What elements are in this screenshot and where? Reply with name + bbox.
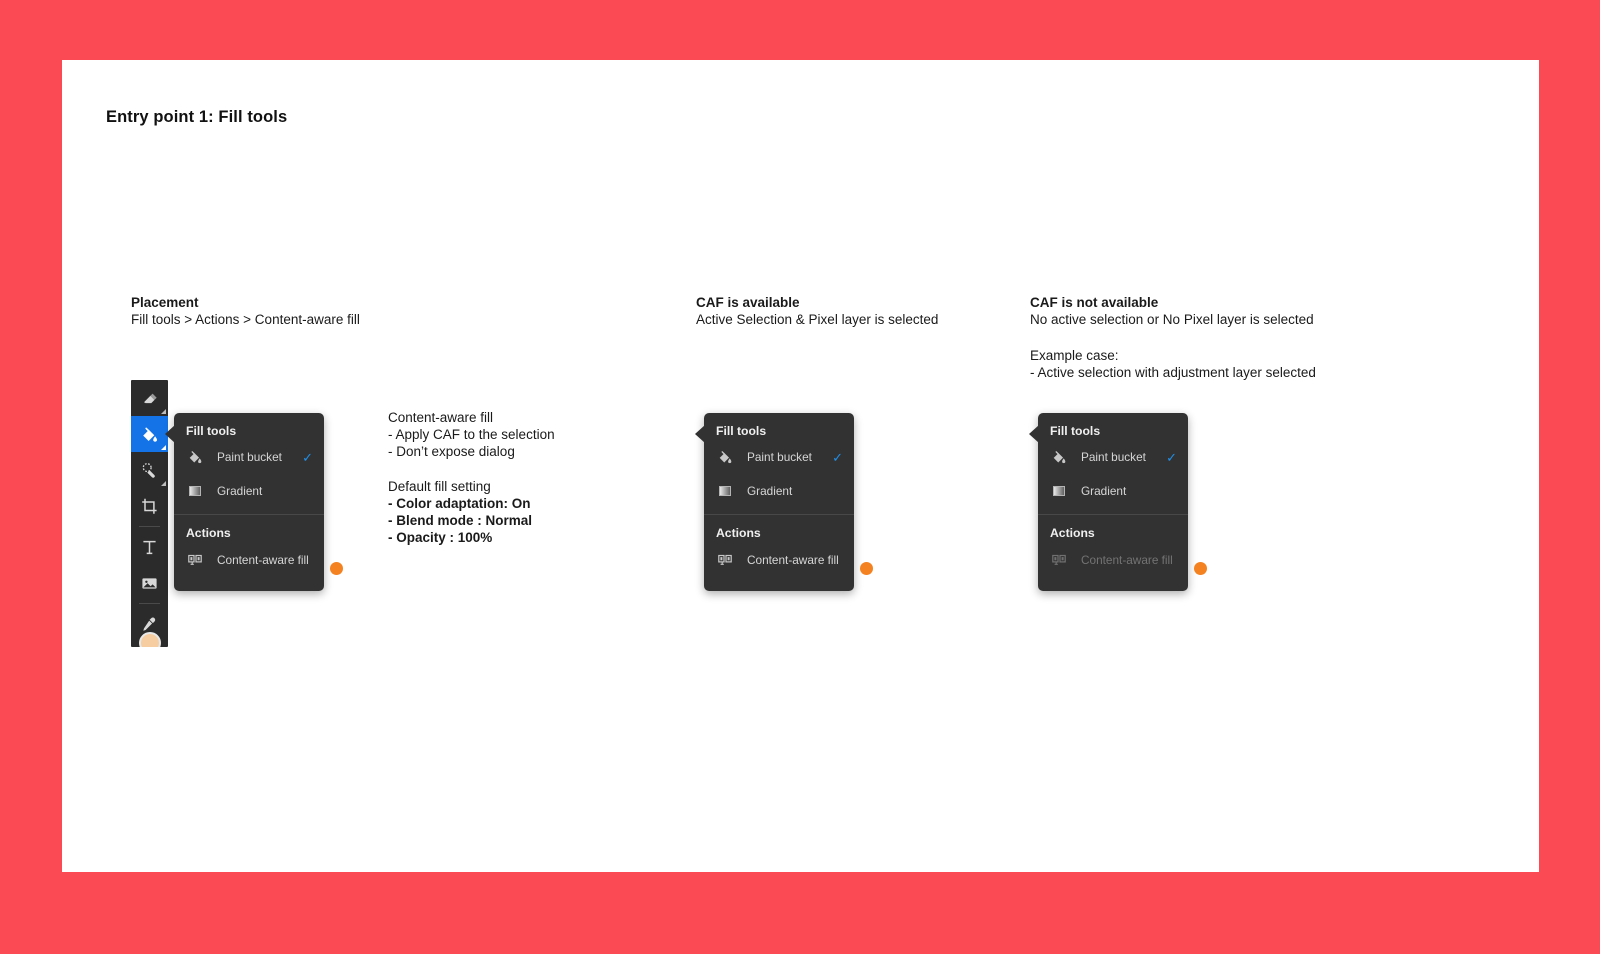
example-case-value: - Active selection with adjustment layer… xyxy=(1030,365,1316,380)
annotation-placement: Placement Fill tools > Actions > Content… xyxy=(131,294,360,328)
menu-section-fill-tools: Fill tools xyxy=(186,424,237,438)
description-bullet-1: - Apply CAF to the selection xyxy=(388,426,555,442)
menu-bottom-pad xyxy=(174,577,324,591)
gradient-icon xyxy=(186,482,204,500)
menu-item-paint-bucket[interactable]: Paint bucket ✓ xyxy=(174,440,324,474)
annotation-caf-available: CAF is available Active Selection & Pixe… xyxy=(696,294,938,328)
spot-healing-brush-icon xyxy=(140,461,159,480)
annotation-caf-not-available: CAF is not available No active selection… xyxy=(1030,294,1316,381)
marker-dot xyxy=(860,562,873,575)
placement-path: Fill tools > Actions > Content-aware fil… xyxy=(131,312,360,327)
menu-item-label: Gradient xyxy=(217,484,263,499)
menu-item-label: Content-aware fill xyxy=(747,552,839,567)
text-icon xyxy=(140,538,159,557)
menu-item-content-aware-fill[interactable]: Content-aware fill xyxy=(174,543,324,577)
menu-item-paint-bucket[interactable]: Paint bucket ✓ xyxy=(1038,440,1188,474)
menu-item-label: Paint bucket xyxy=(1081,450,1146,465)
menu-item-label: Content-aware fill xyxy=(1081,552,1173,567)
type-tool[interactable] xyxy=(131,529,168,565)
content-aware-fill-icon xyxy=(1050,551,1068,569)
eraser-icon xyxy=(140,389,159,408)
page-title: Entry point 1: Fill tools xyxy=(106,108,288,126)
image-tool[interactable] xyxy=(131,565,168,601)
menu-bottom-pad xyxy=(1038,577,1188,591)
description-title: Content-aware fill xyxy=(388,410,494,425)
menu-bottom-pad xyxy=(704,577,854,591)
caf-not-available-condition: No active selection or No Pixel layer is… xyxy=(1030,312,1314,327)
crop-icon xyxy=(140,497,159,516)
flyout-corner-icon xyxy=(161,409,166,414)
gradient-icon xyxy=(716,482,734,500)
menu-item-label: Paint bucket xyxy=(747,450,812,465)
content-aware-fill-icon xyxy=(186,551,204,569)
menu-section-fill-tools: Fill tools xyxy=(1050,424,1101,438)
description-spacer xyxy=(388,461,555,479)
toolbar-divider xyxy=(139,526,160,527)
menu-item-label: Gradient xyxy=(1081,484,1127,499)
menu-item-gradient[interactable]: Gradient xyxy=(174,474,324,508)
caf-available-heading: CAF is available xyxy=(696,295,800,310)
presentation-card: Entry point 1: Fill tools Placement Fill… xyxy=(62,60,1539,872)
paint-bucket-tool[interactable] xyxy=(131,416,168,452)
toolbar-divider xyxy=(139,603,160,604)
spot-healing-brush-tool[interactable] xyxy=(131,452,168,488)
menu-item-paint-bucket[interactable]: Paint bucket ✓ xyxy=(704,440,854,474)
marker-dot xyxy=(330,562,343,575)
eyedropper-icon xyxy=(140,615,159,634)
setting-opacity: - Opacity : 100% xyxy=(388,529,493,545)
menu-section-actions: Actions xyxy=(1050,526,1095,541)
foreground-color-swatch[interactable] xyxy=(139,632,161,647)
crop-tool[interactable] xyxy=(131,488,168,524)
image-icon xyxy=(140,574,159,593)
eraser-tool[interactable] xyxy=(131,380,168,416)
menu-item-label: Paint bucket xyxy=(217,450,282,465)
flyout-corner-icon xyxy=(161,445,166,450)
paint-bucket-icon xyxy=(716,448,734,466)
fill-tools-flyout-menu[interactable]: Fill tools Paint bucket ✓ Gradient Actio… xyxy=(1029,413,1188,591)
menu-section-fill-tools: Fill tools xyxy=(716,424,767,438)
caf-available-condition: Active Selection & Pixel layer is select… xyxy=(696,312,939,327)
menu-item-gradient[interactable]: Gradient xyxy=(1038,474,1188,508)
menu-item-label: Gradient xyxy=(747,484,793,499)
flyout-corner-icon xyxy=(161,481,166,486)
description-block: Content-aware fill - Apply CAF to the se… xyxy=(388,410,555,547)
paint-bucket-icon xyxy=(1050,448,1068,466)
paint-bucket-icon xyxy=(140,425,159,444)
menu-section-actions: Actions xyxy=(716,526,761,541)
description-bullet-2: - Don’t expose dialog xyxy=(388,443,515,459)
tools-panel[interactable] xyxy=(131,380,168,647)
menu-item-gradient[interactable]: Gradient xyxy=(704,474,854,508)
gradient-icon xyxy=(1050,482,1068,500)
fill-tools-flyout-menu[interactable]: Fill tools Paint bucket ✓ Gradient Actio… xyxy=(165,413,324,591)
content-aware-fill-icon xyxy=(716,551,734,569)
menu-item-content-aware-fill[interactable]: Content-aware fill xyxy=(704,543,854,577)
menu-item-label: Content-aware fill xyxy=(217,552,309,567)
checkmark-icon: ✓ xyxy=(1166,449,1177,465)
setting-blend-mode: - Blend mode : Normal xyxy=(388,512,533,528)
marker-dot xyxy=(1194,562,1207,575)
setting-color-adaptation: - Color adaptation: On xyxy=(388,495,531,511)
menu-item-content-aware-fill-disabled: Content-aware fill xyxy=(1038,543,1188,577)
placement-heading: Placement xyxy=(131,295,199,310)
example-case-label: Example case: xyxy=(1030,348,1119,363)
annotation-spacer xyxy=(1030,328,1316,347)
default-fill-setting-title: Default fill setting xyxy=(388,478,491,494)
checkmark-icon: ✓ xyxy=(302,449,313,465)
fill-tools-flyout-menu[interactable]: Fill tools Paint bucket ✓ Gradient Actio… xyxy=(695,413,854,591)
menu-section-actions: Actions xyxy=(186,526,231,541)
caf-not-available-heading: CAF is not available xyxy=(1030,295,1159,310)
paint-bucket-icon xyxy=(186,448,204,466)
checkmark-icon: ✓ xyxy=(832,449,843,465)
